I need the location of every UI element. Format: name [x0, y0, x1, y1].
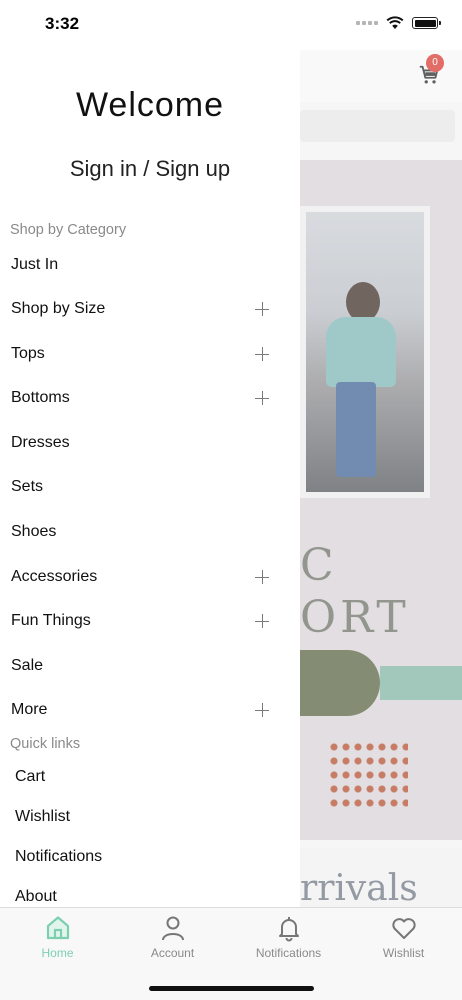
expand-plus-icon[interactable]	[255, 703, 269, 717]
battery-icon	[412, 17, 441, 29]
shop-by-category-title: Shop by Category	[10, 222, 127, 238]
quick-link-wishlist[interactable]: Wishlist	[0, 797, 300, 837]
category-fun-things[interactable]: Fun Things	[0, 599, 300, 643]
person-icon	[161, 916, 184, 941]
background-app-content: 0 C ORT rrivals	[300, 50, 462, 907]
category-label: Bottoms	[11, 389, 70, 406]
tab-label: Account	[150, 946, 195, 960]
category-label: Fun Things	[11, 612, 91, 629]
welcome-heading: Welcome	[75, 86, 225, 124]
category-label: Accessories	[11, 568, 98, 585]
signin-signup-link[interactable]: Sign in / Sign up	[0, 156, 300, 182]
expand-plus-icon[interactable]	[255, 302, 269, 316]
category-shoes[interactable]: Shoes	[0, 510, 300, 554]
wifi-icon	[386, 16, 404, 29]
cellular-signal-icon	[356, 21, 378, 25]
home-indicator	[149, 986, 314, 991]
category-just-in[interactable]: Just In	[0, 243, 300, 287]
expand-plus-icon[interactable]	[255, 614, 269, 628]
expand-plus-icon[interactable]	[255, 391, 269, 405]
category-label: Just In	[11, 256, 59, 273]
status-icons	[356, 16, 441, 30]
category-dresses[interactable]: Dresses	[0, 421, 300, 465]
quick-link-label: Cart	[15, 768, 46, 785]
quick-link-notifications[interactable]: Notifications	[0, 837, 300, 877]
category-label: Shop by Size	[11, 300, 106, 317]
category-sets[interactable]: Sets	[0, 465, 300, 509]
tab-label: Notifications	[255, 946, 322, 960]
category-shop-by-size[interactable]: Shop by Size	[0, 287, 300, 331]
quick-links-title: Quick links	[10, 736, 81, 752]
quick-link-label: Notifications	[15, 848, 103, 865]
category-bottoms[interactable]: Bottoms	[0, 376, 300, 420]
tab-home[interactable]: Home	[0, 908, 115, 968]
category-accessories[interactable]: Accessories	[0, 555, 300, 599]
category-sale[interactable]: Sale	[0, 644, 300, 688]
tab-notifications[interactable]: Notifications	[231, 908, 346, 968]
status-bar: 3:32	[0, 0, 462, 50]
tab-label: Wishlist	[382, 946, 425, 960]
dim-overlay[interactable]	[300, 50, 462, 907]
tab-label: Home	[41, 946, 74, 960]
quick-link-label: About	[15, 888, 57, 905]
category-label: Sets	[11, 478, 44, 495]
category-label: Dresses	[11, 434, 70, 451]
bottom-tab-bar: Home Account Notifications Wishlist	[0, 907, 462, 1000]
expand-plus-icon[interactable]	[255, 570, 269, 584]
bell-icon	[278, 917, 299, 942]
status-time: 3:32	[45, 14, 80, 33]
expand-plus-icon[interactable]	[255, 347, 269, 361]
category-label: More	[11, 701, 48, 718]
tab-wishlist[interactable]: Wishlist	[346, 908, 461, 968]
category-label: Shoes	[11, 523, 57, 540]
category-more[interactable]: More	[0, 688, 300, 732]
tab-account[interactable]: Account	[115, 908, 230, 968]
category-tops[interactable]: Tops	[0, 332, 300, 376]
side-drawer: Welcome Sign in / Sign up Shop by Catego…	[0, 50, 300, 907]
category-label: Tops	[11, 345, 45, 362]
quick-link-label: Wishlist	[15, 808, 71, 825]
quick-link-cart[interactable]: Cart	[0, 757, 300, 797]
heart-icon	[391, 918, 416, 939]
home-icon	[46, 916, 69, 940]
category-label: Sale	[11, 657, 44, 674]
